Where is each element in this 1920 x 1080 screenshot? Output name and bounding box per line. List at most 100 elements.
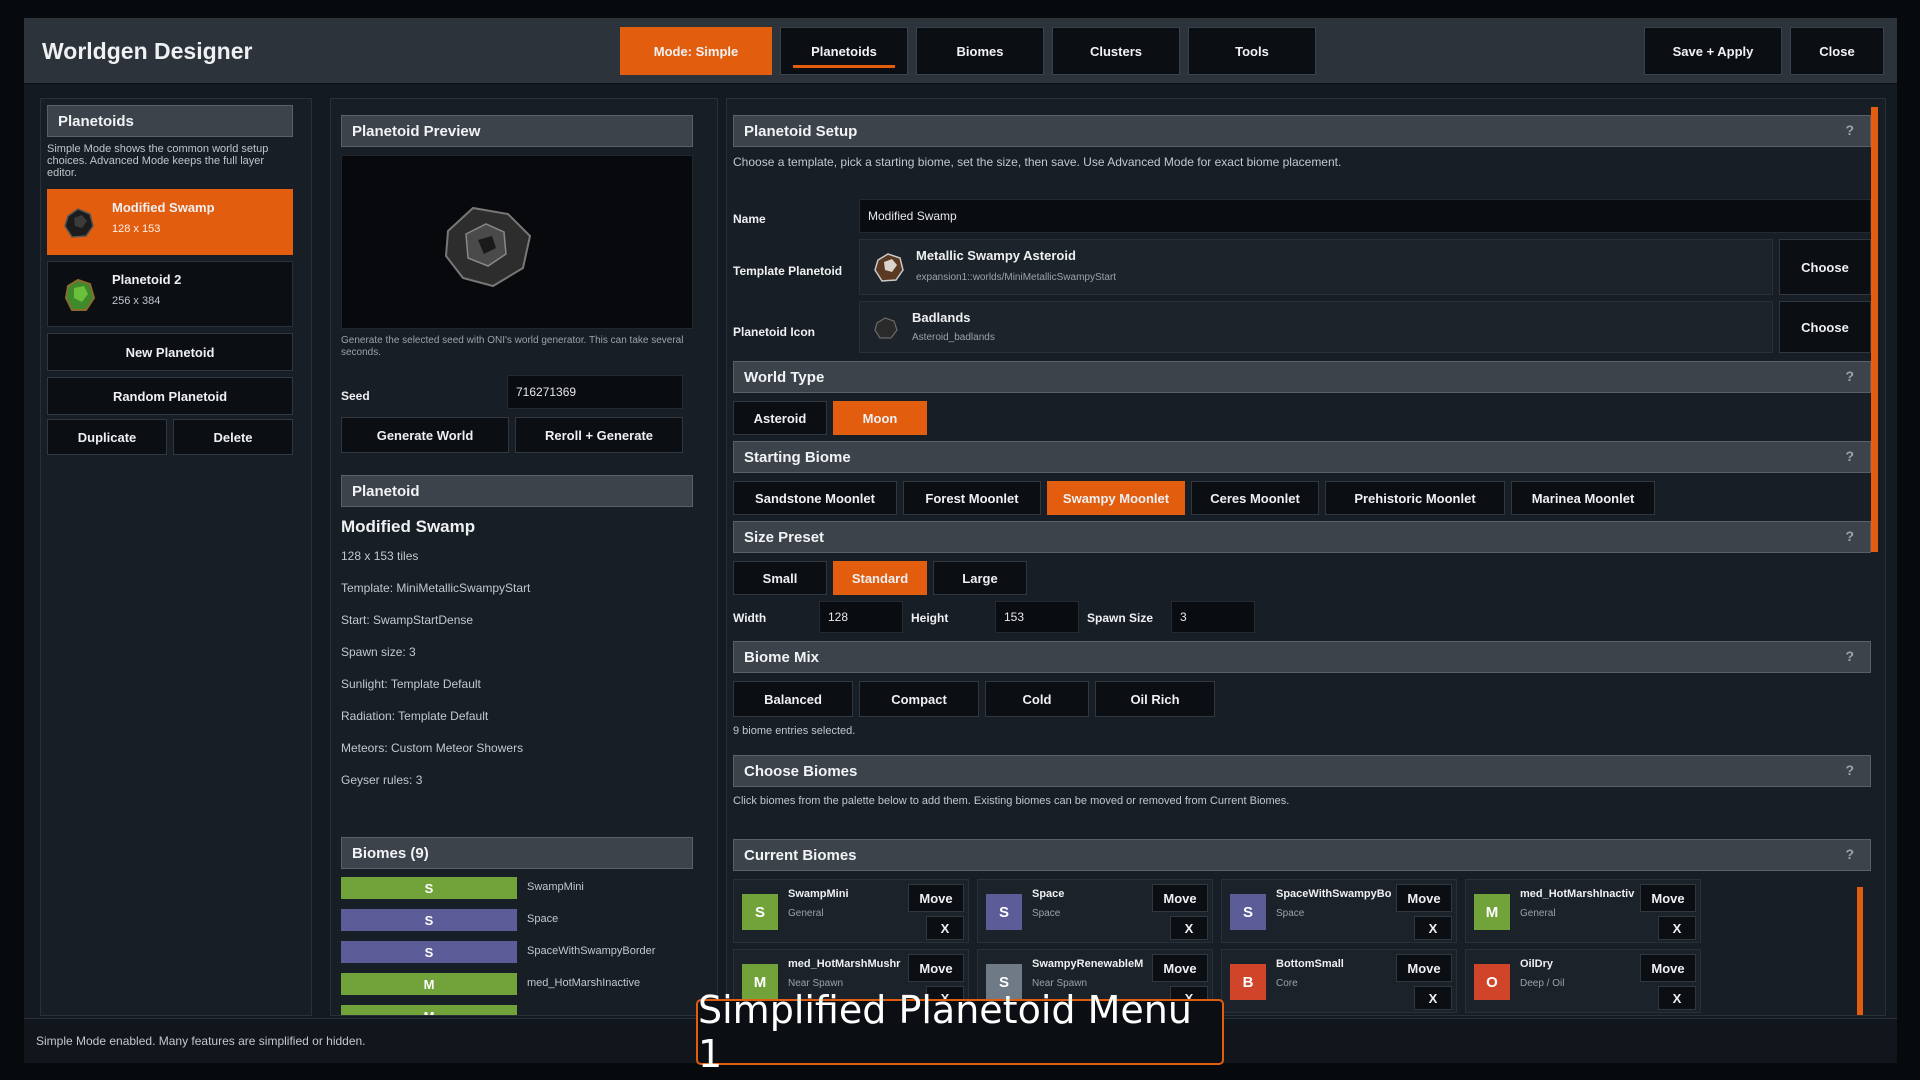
help-icon[interactable]: ? xyxy=(1845,528,1854,544)
seed-input[interactable]: 716271369 xyxy=(507,375,683,409)
help-icon[interactable]: ? xyxy=(1845,846,1854,862)
delete-button[interactable]: Delete xyxy=(173,419,293,455)
summary-spawn: Spawn size: 3 xyxy=(341,645,416,659)
preview-header: Planetoid Preview xyxy=(341,115,693,147)
current-biome-card[interactable]: S SpaceWithSwampyBo Space Move X xyxy=(1221,879,1457,943)
planetoid-item-planetoid-2[interactable]: Planetoid 2 256 x 384 xyxy=(47,261,293,327)
biome-card-name: BottomSmall xyxy=(1276,958,1344,970)
template-path: expansion1::worlds/MiniMetallicSwampySta… xyxy=(916,272,1117,283)
biome-card-name: med_HotMarshInactiv xyxy=(1520,888,1635,900)
remove-biome-button[interactable]: X xyxy=(1414,986,1452,1010)
move-biome-button[interactable]: Move xyxy=(908,884,964,912)
help-icon[interactable]: ? xyxy=(1845,648,1854,664)
asteroid-icon xyxy=(62,206,96,240)
spawn-size-input[interactable]: 3 xyxy=(1171,601,1255,633)
biome-list-swatch[interactable]: M xyxy=(341,1005,517,1015)
current-biome-card[interactable]: S SwampMini General Move X xyxy=(733,879,969,943)
move-biome-button[interactable]: Move xyxy=(1152,954,1208,982)
choose-icon-button[interactable]: Choose xyxy=(1779,301,1871,353)
reroll-generate-button[interactable]: Reroll + Generate xyxy=(515,417,683,453)
random-planetoid-button[interactable]: Random Planetoid xyxy=(47,377,293,415)
width-input[interactable]: 128 xyxy=(819,601,903,633)
biome-card-name: SwampyRenewableM xyxy=(1032,958,1144,970)
summary-radiation: Radiation: Template Default xyxy=(341,709,489,723)
biome-mix-title: Biome Mix xyxy=(744,648,820,666)
size-preset-title: Size Preset xyxy=(744,528,825,546)
icon-label: Planetoid Icon xyxy=(733,325,816,339)
tab-planetoids[interactable]: Planetoids xyxy=(780,27,908,75)
setup-scrollbar[interactable] xyxy=(1871,107,1878,552)
remove-biome-button[interactable]: X xyxy=(1658,916,1696,940)
help-icon[interactable]: ? xyxy=(1845,122,1854,138)
remove-biome-button[interactable]: X xyxy=(1414,916,1452,940)
move-biome-button[interactable]: Move xyxy=(1640,954,1696,982)
biome-mix-header: Biome Mix? xyxy=(733,641,1871,673)
biome-card-name: OilDry xyxy=(1520,958,1554,970)
close-button[interactable]: Close xyxy=(1790,27,1884,75)
planetoid-name-input[interactable]: Modified Swamp xyxy=(859,199,1871,233)
world-type-asteroid[interactable]: Asteroid xyxy=(733,401,827,435)
save-apply-button[interactable]: Save + Apply xyxy=(1644,27,1782,75)
mode-simple-button[interactable]: Mode: Simple xyxy=(620,27,772,75)
start-sandstone-moonlet[interactable]: Sandstone Moonlet xyxy=(733,481,897,515)
choose-template-button[interactable]: Choose xyxy=(1779,239,1871,295)
biome-card-name: med_HotMarshMushr xyxy=(788,958,901,970)
remove-biome-button[interactable]: X xyxy=(1658,986,1696,1010)
biome-letter-badge: S xyxy=(986,894,1022,930)
start-ceres-moonlet[interactable]: Ceres Moonlet xyxy=(1191,481,1319,515)
choose-biomes-description: Click biomes from the palette below to a… xyxy=(733,795,1290,807)
mix-compact[interactable]: Compact xyxy=(859,681,979,717)
preview-panel: Planetoid Preview Generate the selected … xyxy=(330,98,718,1016)
preview-viewport xyxy=(341,155,693,329)
tab-clusters[interactable]: Clusters xyxy=(1052,27,1180,75)
tab-biomes[interactable]: Biomes xyxy=(916,27,1044,75)
title-bar: Worldgen Designer Mode: Simple Planetoid… xyxy=(24,18,1897,84)
biome-list-swatch[interactable]: M xyxy=(341,973,517,995)
biome-list-swatch[interactable]: S xyxy=(341,877,517,899)
size-standard[interactable]: Standard xyxy=(833,561,927,595)
size-large[interactable]: Large xyxy=(933,561,1027,595)
current-biome-card[interactable]: O OilDry Deep / Oil Move X xyxy=(1465,949,1701,1013)
world-type-moon[interactable]: Moon xyxy=(833,401,927,435)
planetoid-item-modified-swamp[interactable]: Modified Swamp 128 x 153 xyxy=(47,189,293,255)
height-input[interactable]: 153 xyxy=(995,601,1079,633)
template-selector[interactable]: Metallic Swampy Asteroid expansion1::wor… xyxy=(859,239,1773,295)
start-prehistoric-moonlet[interactable]: Prehistoric Moonlet xyxy=(1325,481,1505,515)
help-icon[interactable]: ? xyxy=(1845,762,1854,778)
green-asteroid-icon xyxy=(62,276,98,314)
biome-list-name: med_HotMarshInactive xyxy=(527,977,641,989)
current-biome-card[interactable]: S Space Space Move X xyxy=(977,879,1213,943)
start-forest-moonlet[interactable]: Forest Moonlet xyxy=(903,481,1041,515)
icon-selector[interactable]: Badlands Asteroid_badlands xyxy=(859,301,1773,353)
size-small[interactable]: Small xyxy=(733,561,827,595)
current-biome-card[interactable]: Mmed_HotMarshInactiv General Move X xyxy=(1465,879,1701,943)
biome-card-category: General xyxy=(788,908,824,919)
template-name: Metallic Swampy Asteroid xyxy=(916,248,1076,263)
mix-cold[interactable]: Cold xyxy=(985,681,1089,717)
biome-list-swatch[interactable]: S xyxy=(341,941,517,963)
summary-sunlight: Sunlight: Template Default xyxy=(341,677,481,691)
biome-list-name: Space xyxy=(527,913,559,925)
help-icon[interactable]: ? xyxy=(1845,368,1854,384)
move-biome-button[interactable]: Move xyxy=(1640,884,1696,912)
mix-balanced[interactable]: Balanced xyxy=(733,681,853,717)
tab-tools[interactable]: Tools xyxy=(1188,27,1316,75)
biome-list-swatch[interactable]: S xyxy=(341,909,517,931)
help-icon[interactable]: ? xyxy=(1845,448,1854,464)
current-biomes-scrollbar[interactable] xyxy=(1857,887,1863,1015)
setup-header: Planetoid Setup? xyxy=(733,115,1871,147)
seed-label: Seed xyxy=(341,389,370,403)
generate-world-button[interactable]: Generate World xyxy=(341,417,509,453)
mix-oil-rich[interactable]: Oil Rich xyxy=(1095,681,1215,717)
start-marinea-moonlet[interactable]: Marinea Moonlet xyxy=(1511,481,1655,515)
start-swampy-moonlet[interactable]: Swampy Moonlet xyxy=(1047,481,1185,515)
remove-biome-button[interactable]: X xyxy=(926,916,964,940)
move-biome-button[interactable]: Move xyxy=(1396,954,1452,982)
remove-biome-button[interactable]: X xyxy=(1170,916,1208,940)
current-biome-card[interactable]: B BottomSmall Core Move X xyxy=(1221,949,1457,1013)
move-biome-button[interactable]: Move xyxy=(908,954,964,982)
duplicate-button[interactable]: Duplicate xyxy=(47,419,167,455)
move-biome-button[interactable]: Move xyxy=(1396,884,1452,912)
move-biome-button[interactable]: Move xyxy=(1152,884,1208,912)
new-planetoid-button[interactable]: New Planetoid xyxy=(47,333,293,371)
